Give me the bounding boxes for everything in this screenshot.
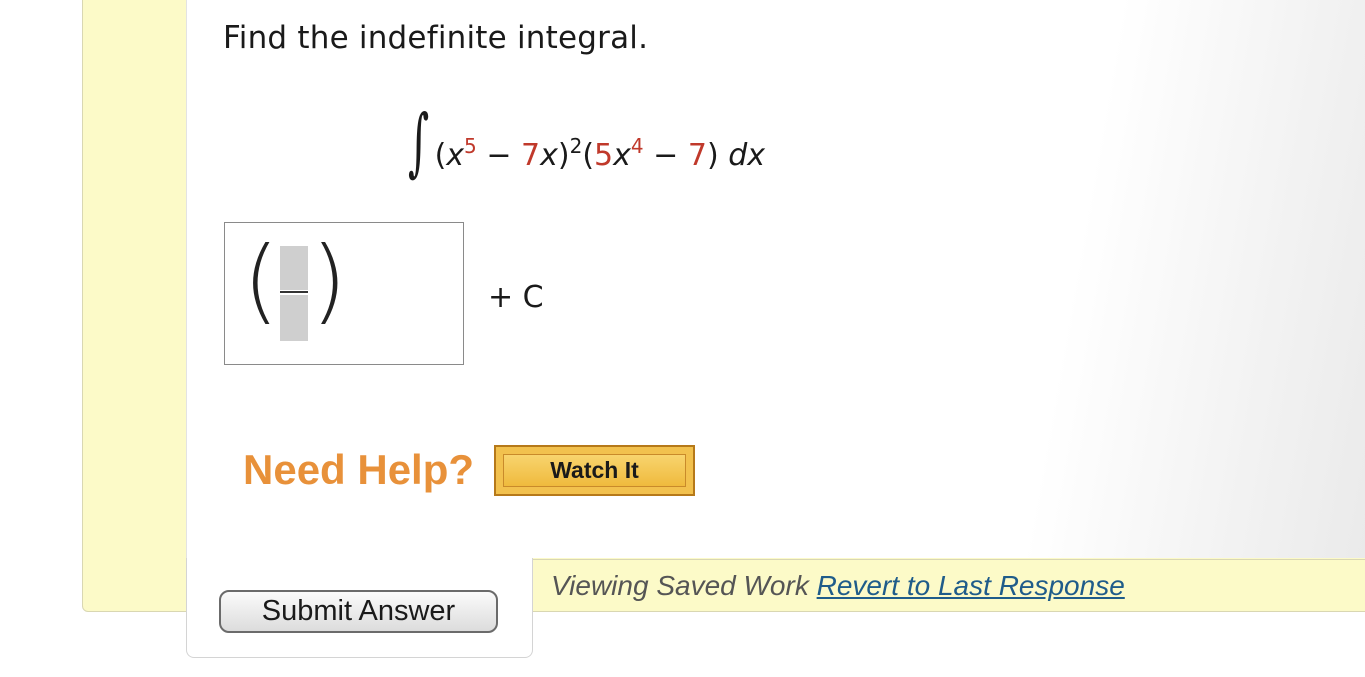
integrand: (x5 − 7x)2(5x4 − 7) dx — [434, 133, 765, 173]
saved-work-text: Viewing Saved Work — [551, 570, 809, 601]
left-parenthesis: ( — [243, 227, 279, 334]
revert-to-last-response-link[interactable]: Revert to Last Response — [817, 570, 1125, 601]
integral-expression: ∫ (x5 − 7x)2(5x4 − 7) dx — [408, 94, 765, 194]
watch-it-label: Watch It — [503, 454, 686, 487]
numerator-field[interactable] — [280, 246, 308, 290]
question-prompt: Find the indefinite integral. — [223, 20, 649, 56]
denominator-field[interactable] — [280, 295, 308, 341]
answer-input-box[interactable]: ( ) — [224, 222, 464, 365]
saved-work-status: Viewing Saved Work Revert to Last Respon… — [551, 570, 1125, 602]
fraction-bar — [280, 291, 308, 293]
constant-of-integration: + C — [488, 280, 544, 315]
watch-it-button[interactable]: Watch It — [494, 445, 695, 496]
integral-sign: ∫ — [408, 99, 430, 185]
need-help-label: Need Help? — [243, 446, 475, 493]
submit-answer-button[interactable]: Submit Answer — [219, 590, 498, 633]
right-parenthesis: ) — [311, 227, 347, 334]
